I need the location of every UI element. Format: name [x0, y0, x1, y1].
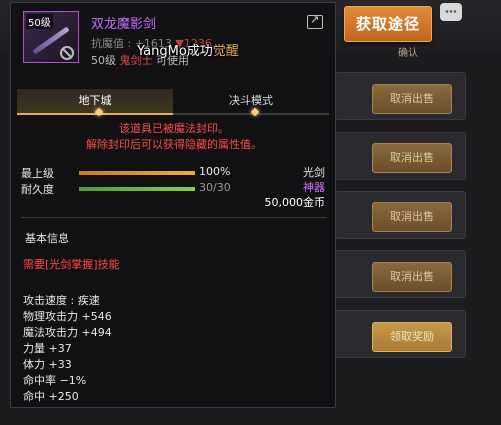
item-meta: 光剑 神器 50,000金币 [265, 165, 326, 210]
durability-label: 耐久度 [21, 183, 54, 196]
stat-line: 物理攻击力 +546 [23, 310, 112, 323]
seal-notice-line2: 解除封印后可以获得隐藏的属性值。 [86, 138, 262, 151]
cancel-sale-button[interactable]: 取消出售 [372, 262, 452, 292]
stats-list: 攻击速度 : 疾速 物理攻击力 +546 魔法攻击力 +494 力量 +37 体… [23, 293, 112, 405]
durability-track [79, 187, 195, 191]
obtain-method-button[interactable]: 获取途径 [344, 6, 432, 42]
max-level-bar: 最上级 100% [21, 165, 241, 181]
awaken-message: YangMo成功觉醒 [137, 40, 239, 59]
awaken-action: 觉醒 [212, 44, 239, 59]
stat-line: 命中 +250 [23, 390, 79, 403]
item-tooltip: 50级 双龙魔影剑 抗魔值 : +1613 ▼1236 50级 鬼剑士 可使用 … [10, 2, 336, 408]
stat-line: 魔法攻击力 +494 [23, 326, 112, 339]
divider [21, 217, 327, 218]
item-rarity: 神器 [303, 181, 325, 194]
awaken-user: YangMo成功 [137, 44, 213, 59]
item-name: 双龙魔影剑 [91, 17, 157, 32]
cancel-sale-button[interactable]: 取消出售 [372, 143, 452, 173]
stat-line: 命中率 −1% [23, 374, 87, 387]
stat-line: 力量 +37 [23, 342, 72, 355]
durability-bar: 耐久度 30/30 [21, 181, 241, 197]
level-requirement: 50级 [91, 54, 116, 67]
stat-line: 体力 +33 [23, 358, 72, 371]
compare-icon[interactable] [307, 13, 323, 29]
seal-notice: 该道具已被魔法封印。 解除封印后可以获得隐藏的属性值。 [11, 121, 335, 153]
claim-reward-button[interactable]: 领取奖励 [372, 322, 452, 352]
cancel-sale-button[interactable]: 取消出售 [372, 202, 452, 232]
max-level-track [79, 171, 195, 175]
cancel-sale-button[interactable]: 取消出售 [372, 84, 452, 114]
durability-fill [79, 187, 195, 191]
stat-line: 攻击速度 : 疾速 [23, 294, 100, 307]
mode-tabs: 地下城 决斗模式 [17, 89, 329, 115]
item-level-badge: 50级 [26, 14, 53, 29]
max-level-label: 最上级 [21, 167, 54, 180]
resist-label: 抗魔值 : [91, 37, 135, 50]
item-price: 50,000金币 [264, 196, 326, 209]
required-skill: 需要[光剑掌握]技能 [23, 258, 120, 271]
item-icon: 50级 [23, 11, 79, 63]
durability-value: 30/30 [199, 181, 231, 194]
basic-info-title: 基本信息 [25, 232, 69, 245]
seal-notice-line1: 该道具已被魔法封印。 [119, 122, 229, 135]
no-trade-icon [60, 46, 74, 60]
max-level-fill [79, 171, 195, 175]
item-type: 光剑 [303, 166, 325, 179]
max-level-value: 100% [199, 165, 231, 178]
